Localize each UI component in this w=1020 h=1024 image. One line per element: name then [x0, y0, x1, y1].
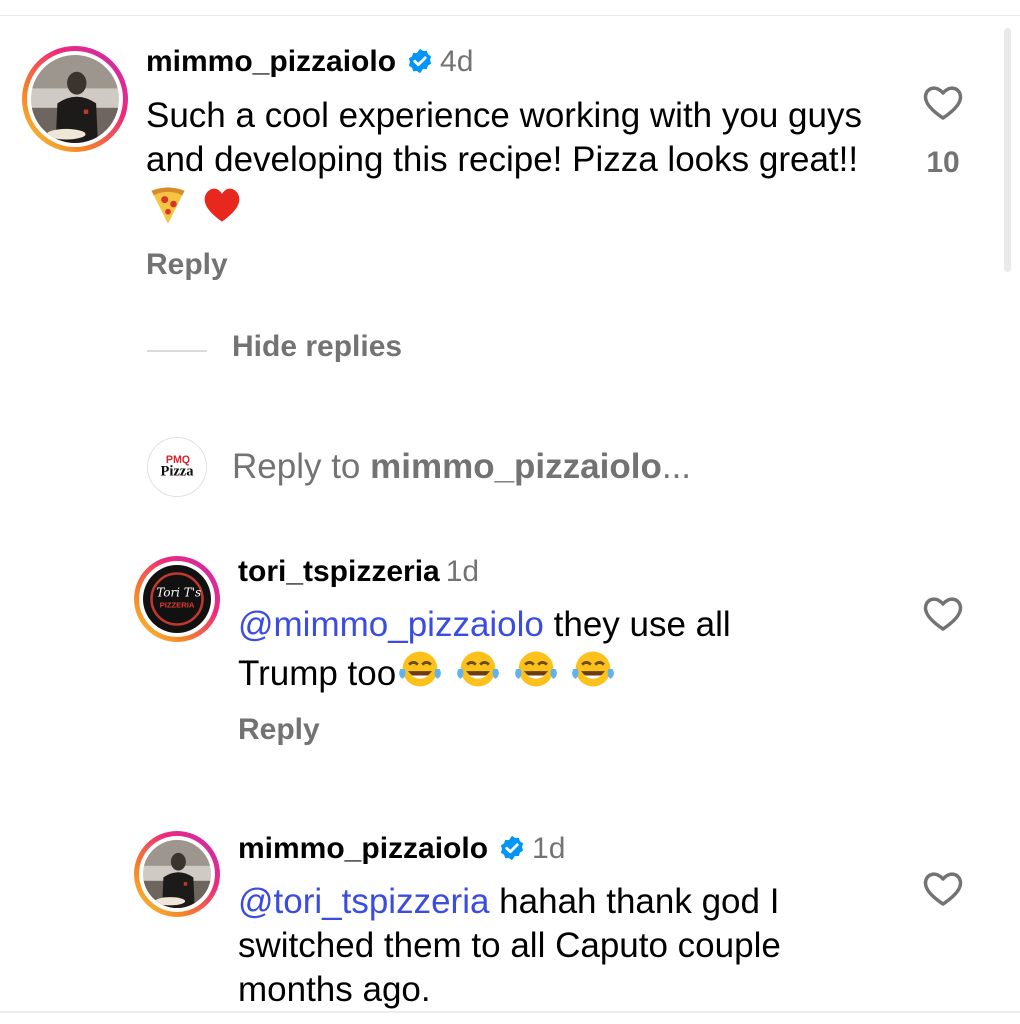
- svg-text:PIZZERIA: PIZZERIA: [160, 601, 195, 610]
- comment-header: tori_tspizzeria 1d: [238, 554, 479, 590]
- avatar-photo: Tori T's PIZZERIA: [143, 565, 211, 633]
- username-link[interactable]: tori_tspizzeria: [238, 555, 440, 588]
- red-heart-icon: [204, 188, 240, 222]
- pmq-pizza-logo-icon: PMQ Pizza: [148, 438, 206, 496]
- tears-of-joy-icon: [457, 651, 499, 687]
- hide-replies-button[interactable]: Hide replies: [232, 330, 402, 364]
- avatar-photo: [31, 55, 119, 143]
- reply-button[interactable]: Reply: [146, 248, 228, 282]
- mention-link[interactable]: @mimmo_pizzaiolo: [238, 605, 544, 644]
- pizza-slice-icon: [151, 187, 185, 224]
- like-heart-icon[interactable]: [921, 82, 965, 122]
- username-link[interactable]: mimmo_pizzaiolo: [146, 45, 396, 78]
- mention-link[interactable]: @tori_tspizzeria: [238, 882, 489, 921]
- top-divider: [0, 15, 1020, 16]
- timestamp: 4d: [440, 45, 474, 78]
- comment-text: Such a cool experience working with you …: [146, 94, 886, 231]
- hide-replies-divider: [147, 350, 207, 352]
- like-heart-icon[interactable]: [921, 868, 965, 908]
- username-link[interactable]: mimmo_pizzaiolo: [238, 832, 488, 865]
- verified-badge-icon: [408, 48, 432, 74]
- avatar[interactable]: Tori T's PIZZERIA: [134, 556, 220, 642]
- current-user-avatar: PMQ Pizza: [147, 437, 207, 497]
- chef-photo-icon: [143, 840, 211, 908]
- like-count: 10: [926, 146, 960, 179]
- tears-of-joy-icon: [514, 651, 557, 687]
- verified-badge-icon: [500, 835, 524, 861]
- bottom-divider: [0, 1011, 1020, 1013]
- timestamp: 1d: [532, 832, 566, 865]
- avatar-photo: [143, 840, 211, 908]
- tears-of-joy-icon: [572, 651, 615, 687]
- reply-text: @mimmo_pizzaiolo they use all Trump too: [238, 605, 731, 693]
- reply-text: @tori_tspizzeria hahah thank god I switc…: [238, 882, 781, 1009]
- chef-photo-icon: [31, 55, 119, 143]
- scrollbar[interactable]: [1004, 28, 1011, 272]
- reply-button[interactable]: Reply: [238, 713, 320, 747]
- tears-of-joy-icon: [399, 651, 442, 687]
- timestamp: 1d: [445, 555, 480, 588]
- svg-text:Tori T's: Tori T's: [156, 585, 201, 599]
- comment-header: mimmo_pizzaiolo 1d: [238, 831, 565, 867]
- avatar[interactable]: [22, 46, 128, 152]
- svg-text:Pizza: Pizza: [160, 464, 194, 480]
- avatar[interactable]: [134, 831, 220, 917]
- comment-header: mimmo_pizzaiolo 4d: [146, 44, 473, 80]
- reply-input[interactable]: Reply to mimmo_pizzaiolo...: [232, 447, 691, 487]
- tori-pizzeria-logo-icon: Tori T's PIZZERIA: [143, 565, 211, 633]
- like-heart-icon[interactable]: [921, 593, 965, 633]
